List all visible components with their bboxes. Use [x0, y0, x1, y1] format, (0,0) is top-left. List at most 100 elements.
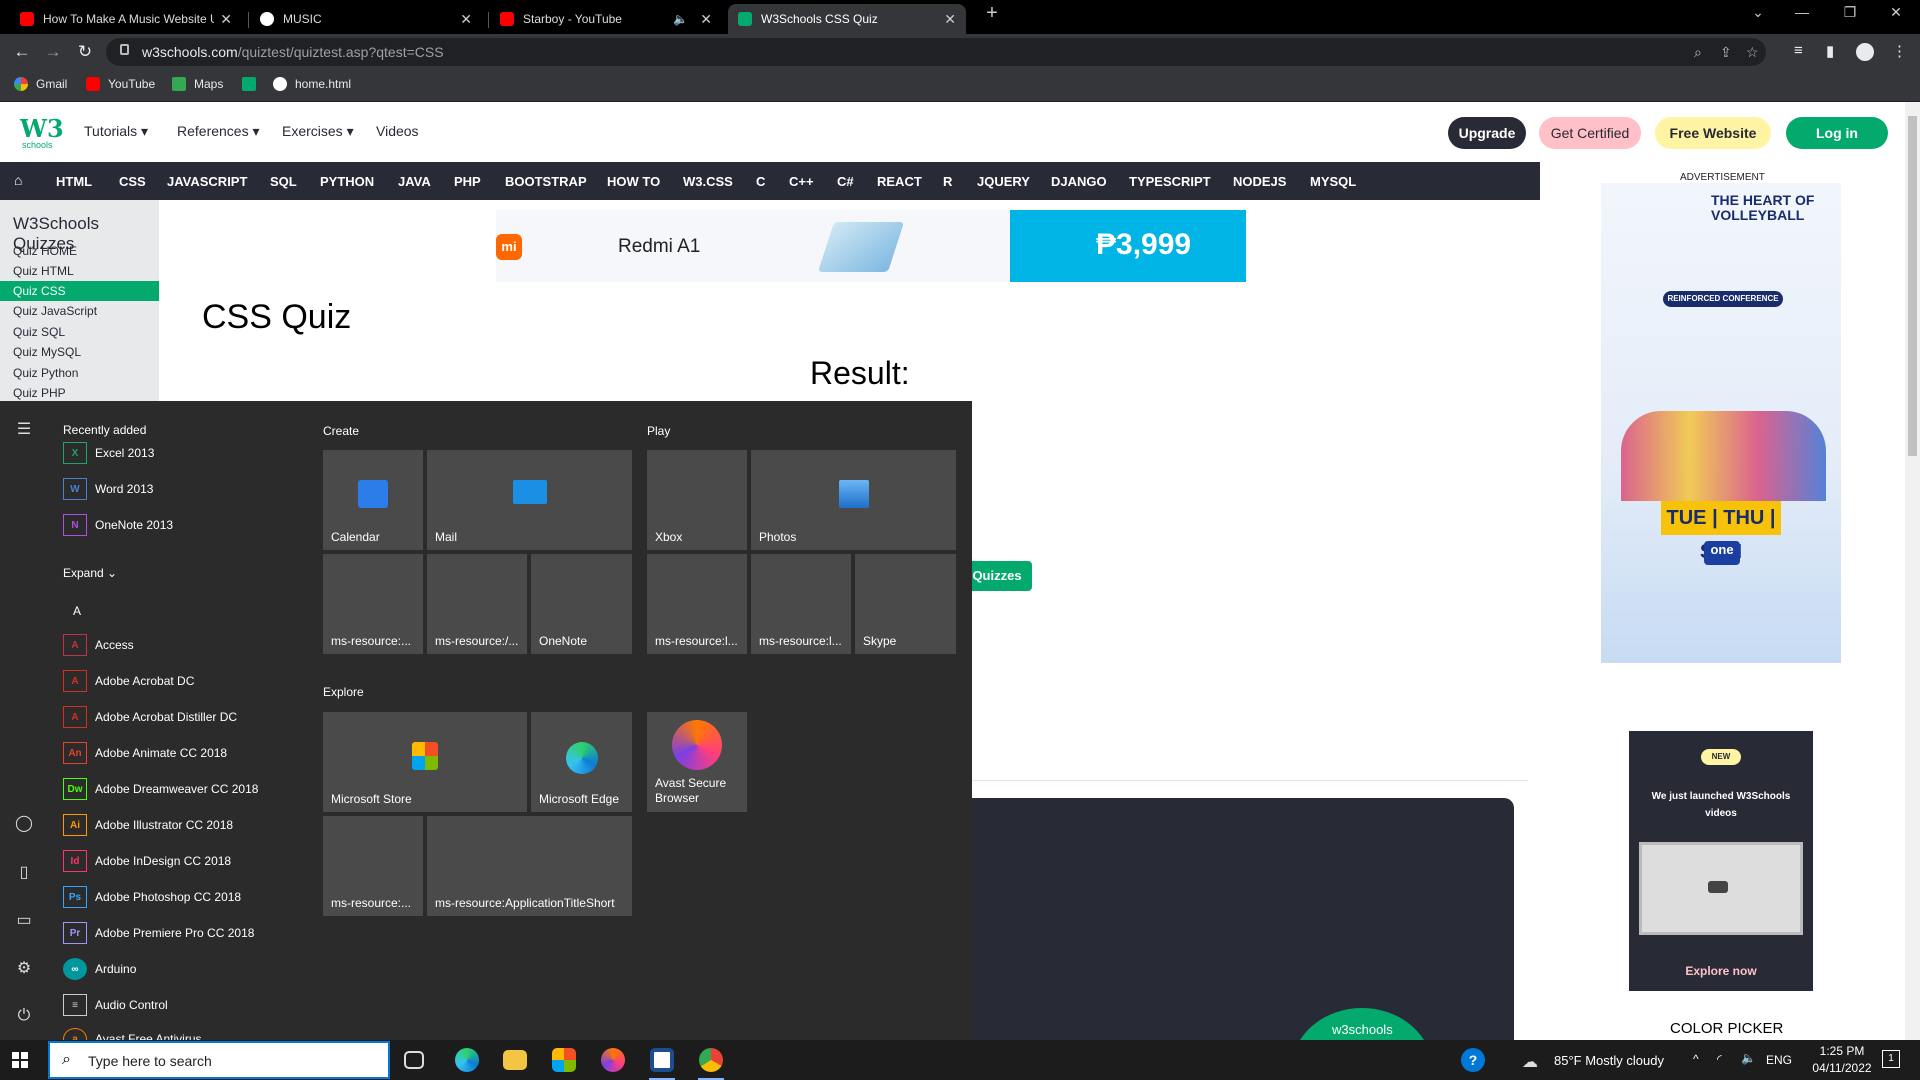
app-acrobat[interactable]: A Adobe Acrobat DC	[63, 669, 194, 693]
menu-icon[interactable]: ⋮	[1892, 42, 1907, 60]
topnav-csharp[interactable]: C#	[837, 174, 854, 189]
topnav-django[interactable]: DJANGO	[1051, 174, 1107, 189]
microsoft-store-icon[interactable]	[552, 1048, 576, 1072]
browser-tab[interactable]: MUSIC ✕	[250, 4, 482, 34]
close-icon[interactable]: ✕	[944, 11, 956, 28]
tile-xbox[interactable]: Xbox	[647, 450, 747, 550]
app-word[interactable]: W Word 2013	[63, 477, 153, 501]
bookmark-w3schools[interactable]	[242, 77, 264, 91]
power-icon[interactable]: ⏻	[14, 1007, 34, 1025]
topnav-r[interactable]: R	[943, 174, 952, 189]
close-icon[interactable]: ✕	[460, 11, 472, 28]
chrome-icon[interactable]	[699, 1048, 723, 1072]
bookmark-maps[interactable]: Maps	[172, 77, 223, 91]
browser-tab[interactable]: How To Make A Music Website U ✕	[10, 4, 242, 34]
app-arduino[interactable]: ∞ Arduino	[63, 957, 136, 981]
app-indesign[interactable]: Id Adobe InDesign CC 2018	[63, 849, 231, 873]
topnav-c[interactable]: C	[756, 174, 765, 189]
bookmark-youtube[interactable]: YouTube	[86, 77, 155, 91]
scrollbar-thumb[interactable]	[1908, 116, 1917, 456]
volume-icon[interactable]: 🔈	[1741, 1051, 1756, 1065]
app-dreamweaver[interactable]: Dw Adobe Dreamweaver CC 2018	[63, 777, 258, 801]
topnav-cpp[interactable]: C++	[789, 174, 814, 189]
topnav-php[interactable]: PHP	[454, 174, 481, 189]
topnav-java[interactable]: JAVA	[398, 174, 431, 189]
browser-tab-active[interactable]: W3Schools CSS Quiz ✕	[728, 4, 966, 34]
topnav-python[interactable]: PYTHON	[320, 174, 374, 189]
sidebar-item-quiz-home[interactable]: Quiz HOME	[0, 241, 159, 261]
notification-icon[interactable]: 1	[1882, 1050, 1900, 1068]
side-panel-icon[interactable]: ▮	[1826, 42, 1834, 60]
tile-microsoft-edge[interactable]: Microsoft Edge	[531, 712, 632, 812]
close-icon[interactable]: ✕	[220, 11, 232, 28]
topnav-w3css[interactable]: W3.CSS	[683, 174, 733, 189]
tab-search-icon[interactable]: ⌄	[1738, 4, 1778, 21]
forward-button[interactable]: →	[43, 42, 63, 62]
get-certified-button[interactable]: Get Certified	[1539, 117, 1641, 149]
weather-text[interactable]: 85°F Mostly cloudy	[1554, 1053, 1664, 1068]
expand-button[interactable]: Expand ⌄	[63, 566, 117, 580]
topnav-javascript[interactable]: JAVASCRIPT	[167, 174, 247, 189]
tile-mail[interactable]: Mail	[427, 450, 632, 550]
tile-microsoft-store[interactable]: Microsoft Store	[323, 712, 527, 812]
hamburger-icon[interactable]: ☰	[14, 419, 34, 439]
topnav-react[interactable]: REACT	[877, 174, 922, 189]
page-scrollbar[interactable]	[1905, 102, 1920, 1060]
letter-header-a[interactable]: A	[73, 604, 81, 618]
topnav-typescript[interactable]: TYPESCRIPT	[1129, 174, 1211, 189]
group-play[interactable]: Play	[647, 424, 670, 438]
banner-ad[interactable]: mi Redmi A1 ₱3,999	[496, 210, 1246, 282]
videos-promo-card[interactable]: NEW We just launched W3Schools videos Ex…	[1629, 731, 1813, 991]
topnav-mysql[interactable]: MYSQL	[1310, 174, 1356, 189]
speaker-icon[interactable]: 🔈	[673, 12, 688, 26]
free-website-button[interactable]: Free Website	[1655, 117, 1771, 149]
zoom-icon[interactable]: ⌕	[1694, 44, 1702, 61]
user-icon[interactable]: ◯	[14, 813, 34, 833]
clock-time[interactable]: 1:25 PM	[1812, 1044, 1872, 1058]
tile-onenote[interactable]: OneNote	[531, 554, 632, 654]
close-window-button[interactable]: ✕	[1876, 4, 1916, 21]
task-view-icon[interactable]	[404, 1051, 424, 1069]
nav-exercises[interactable]: Exercises ▾	[282, 123, 354, 140]
app-onenote[interactable]: N OneNote 2013	[63, 513, 173, 537]
tile-ms-resource-1[interactable]: ms-resource:...	[323, 554, 423, 654]
help-icon[interactable]: ?	[1461, 1048, 1485, 1072]
edge-icon[interactable]	[455, 1048, 479, 1072]
sidebar-item-quiz-css[interactable]: Quiz CSS	[0, 281, 159, 301]
reading-list-icon[interactable]: ≡	[1794, 42, 1803, 59]
documents-icon[interactable]: ▯	[14, 862, 34, 882]
tile-ms-resource-2[interactable]: ms-resource:/...	[427, 554, 527, 654]
app-illustrator[interactable]: Ai Adobe Illustrator CC 2018	[63, 813, 233, 837]
app-access[interactable]: A Access	[63, 633, 134, 657]
profile-avatar[interactable]	[1856, 43, 1874, 61]
topnav-html[interactable]: HTML	[56, 174, 92, 189]
minimize-button[interactable]: —	[1782, 4, 1822, 20]
app-excel[interactable]: X Excel 2013	[63, 441, 154, 465]
app-audio-control[interactable]: ≡ Audio Control	[63, 993, 168, 1017]
sidebar-item-quiz-mysql[interactable]: Quiz MySQL	[0, 342, 159, 362]
settings-icon[interactable]: ⚙	[14, 958, 34, 978]
windows-start-button[interactable]	[12, 1052, 28, 1068]
reload-button[interactable]: ↻	[75, 42, 95, 62]
avast-browser-icon[interactable]	[601, 1048, 625, 1072]
bookmark-star-icon[interactable]: ☆	[1746, 44, 1759, 61]
tile-ms-resource-3[interactable]: ms-resource:l...	[647, 554, 747, 654]
topnav-jquery[interactable]: JQUERY	[977, 174, 1030, 189]
group-explore[interactable]: Explore	[323, 685, 364, 699]
pictures-icon[interactable]: ▭	[14, 910, 34, 930]
tile-skype[interactable]: Skype	[855, 554, 956, 654]
bookmark-home[interactable]: home.html	[273, 77, 351, 91]
tile-calendar[interactable]: Calendar	[323, 450, 423, 550]
restore-button[interactable]: ❐	[1830, 4, 1870, 21]
nav-videos[interactable]: Videos	[376, 123, 419, 139]
sidebar-item-quiz-javascript[interactable]: Quiz JavaScript	[0, 301, 159, 321]
tile-ms-resource-5[interactable]: ms-resource:...	[323, 816, 423, 916]
home-icon[interactable]: ⌂	[14, 172, 22, 188]
w3schools-logo[interactable]: W3 schools	[20, 114, 64, 152]
nav-references[interactable]: References ▾	[177, 123, 260, 140]
tile-photos[interactable]: Photos	[751, 450, 956, 550]
app-premiere[interactable]: Pr Adobe Premiere Pro CC 2018	[63, 921, 254, 945]
app-photoshop[interactable]: Ps Adobe Photoshop CC 2018	[63, 885, 241, 909]
sidebar-item-quiz-python[interactable]: Quiz Python	[0, 363, 159, 383]
clock-date[interactable]: 04/11/2022	[1804, 1061, 1880, 1075]
